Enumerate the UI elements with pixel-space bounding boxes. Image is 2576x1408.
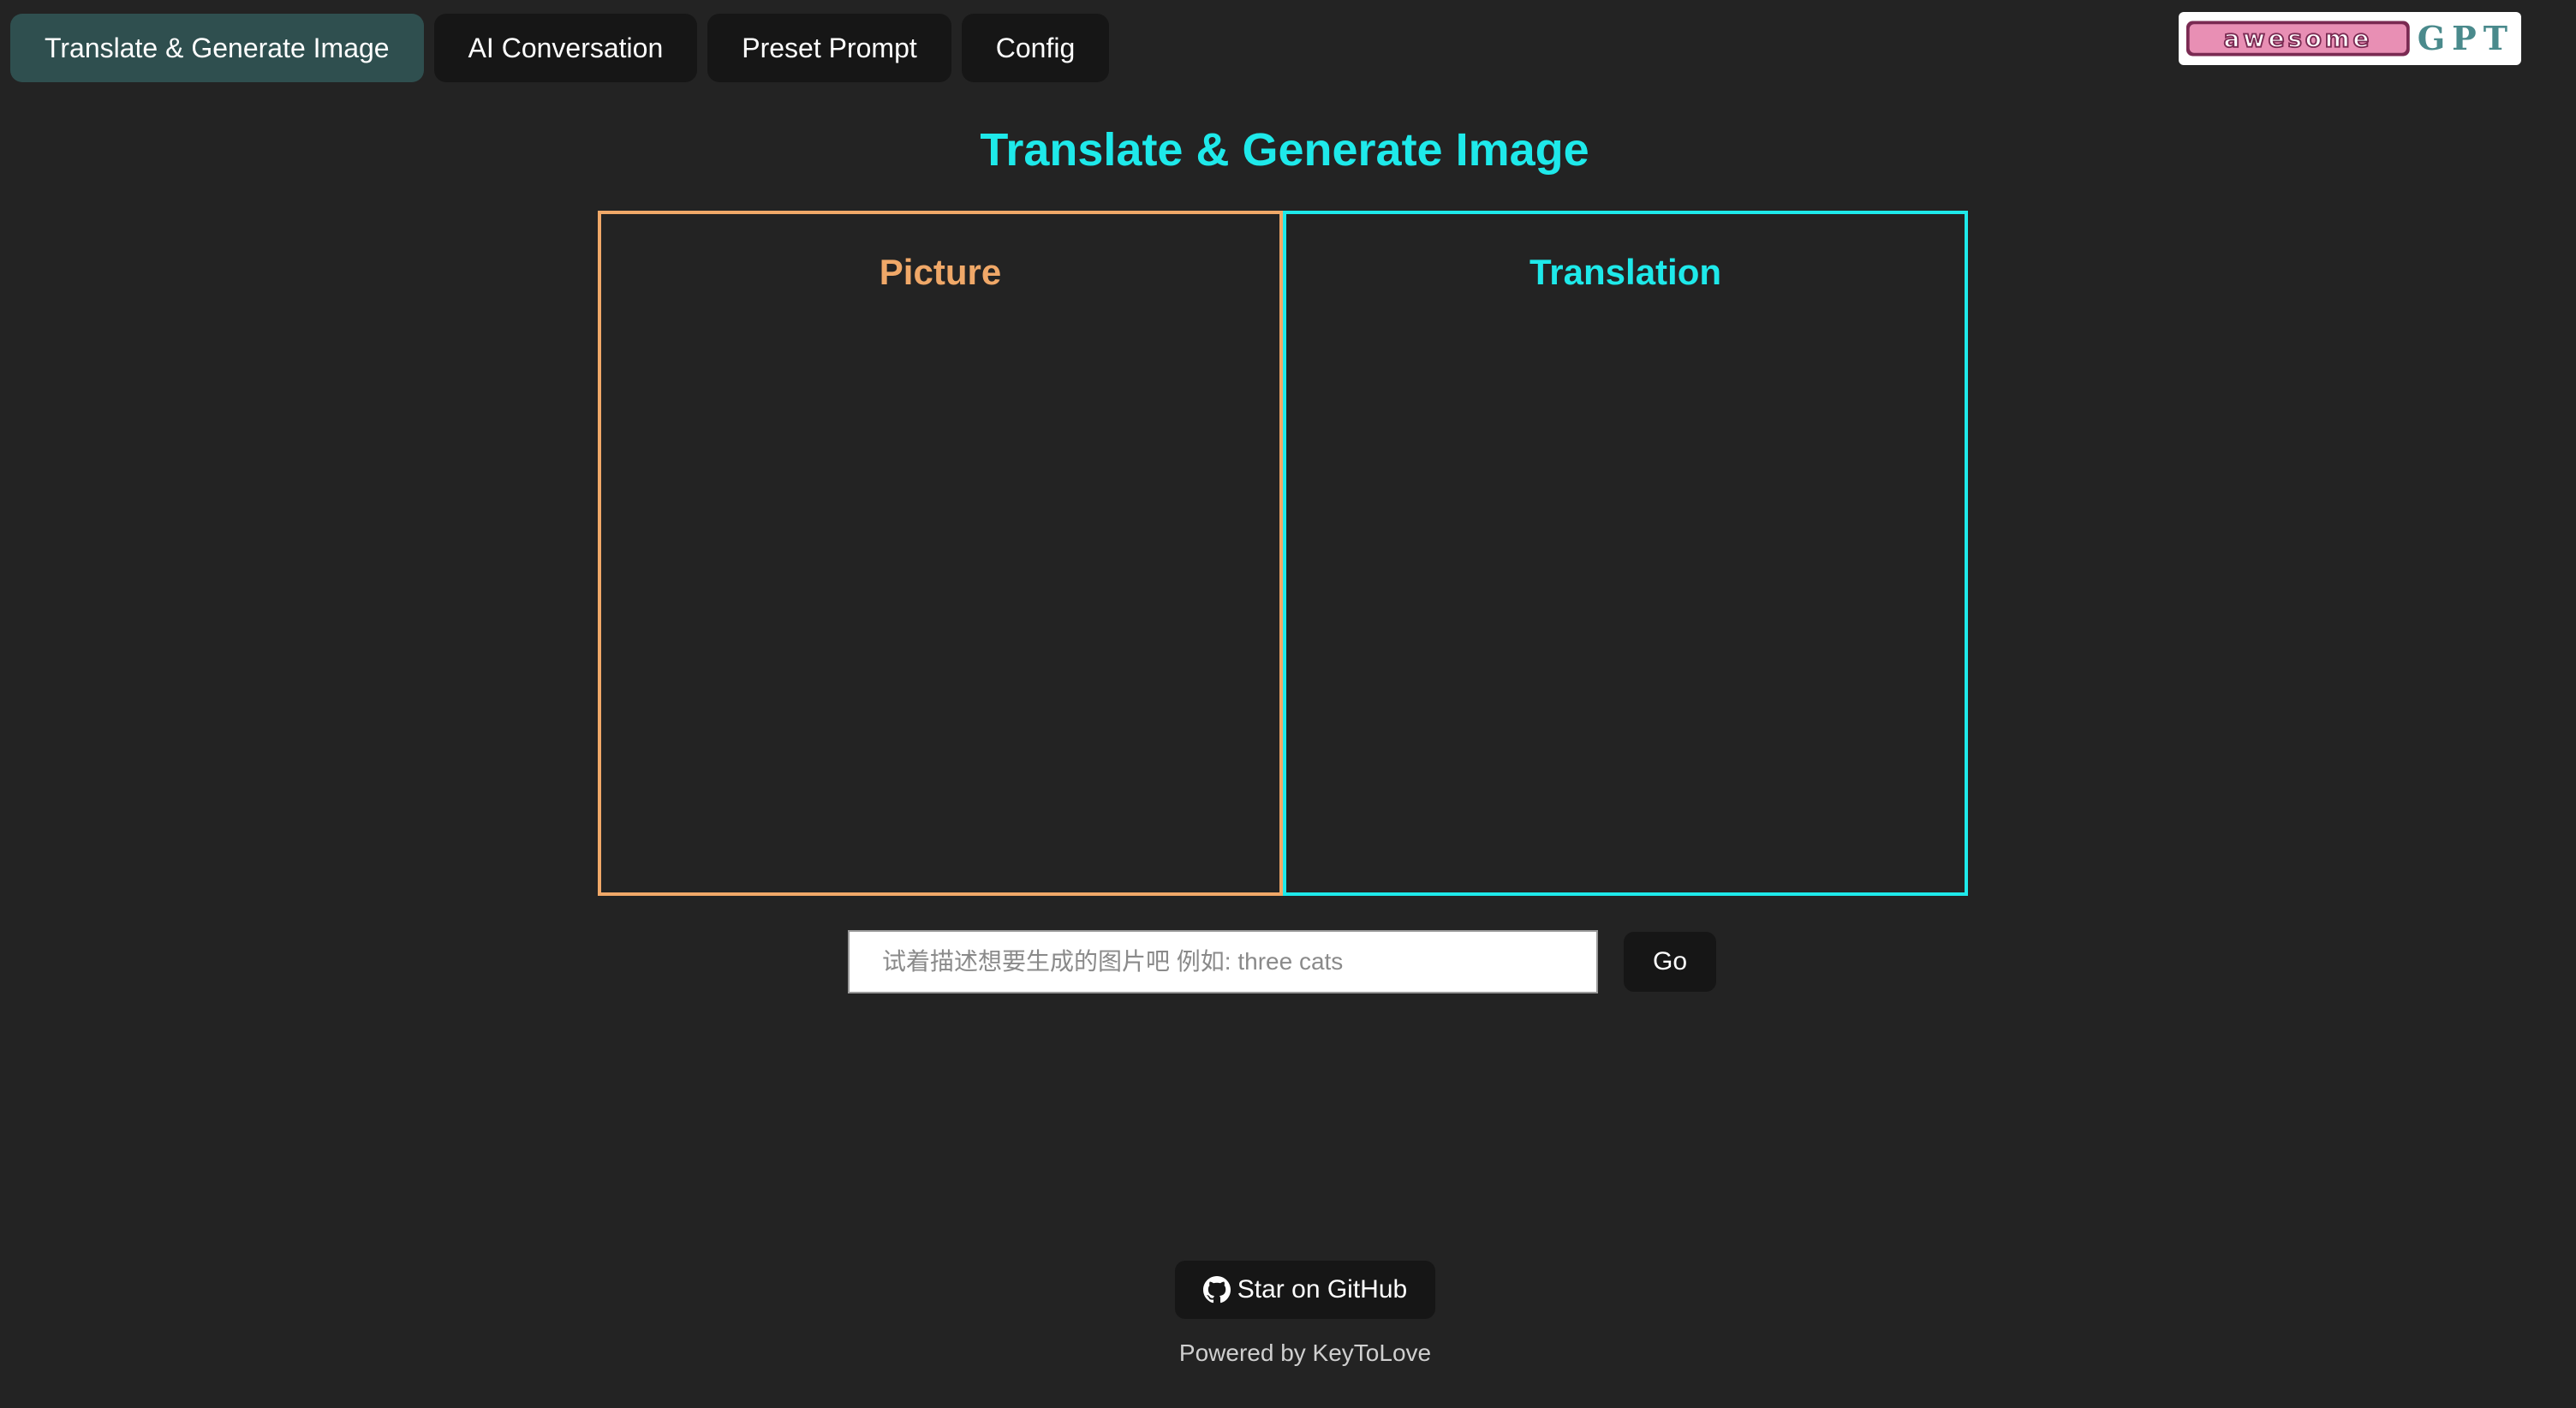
logo-word: awesome <box>2224 24 2373 52</box>
translation-panel: Translation <box>1283 211 1968 896</box>
awesome-wordmark-logo: awesome <box>2185 21 2410 57</box>
prompt-input[interactable] <box>848 930 1598 993</box>
tab-ai-conversation[interactable]: AI Conversation <box>433 14 698 82</box>
picture-panel: Picture <box>598 211 1283 896</box>
translation-panel-title: Translation <box>1529 252 1722 292</box>
github-button-label: Star on GitHub <box>1237 1275 1408 1304</box>
star-on-github-button[interactable]: Star on GitHub <box>1175 1261 1435 1319</box>
picture-panel-title: Picture <box>879 252 1002 292</box>
tab-translate-generate-image[interactable]: Translate & Generate Image <box>10 14 424 82</box>
page-title: Translate & Generate Image <box>980 124 1589 176</box>
awesome-gpt-logo: awesome GPT <box>2179 12 2521 65</box>
powered-by-text: Powered by KeyToLove <box>1178 1339 1432 1366</box>
tab-config[interactable]: Config <box>961 14 1110 82</box>
github-icon <box>1202 1276 1231 1304</box>
logo-gpt-text: GPT <box>2417 19 2514 57</box>
tab-preset-prompt[interactable]: Preset Prompt <box>707 14 951 82</box>
tab-bar: Translate & Generate Image AI Conversati… <box>10 14 1110 82</box>
go-button[interactable]: Go <box>1624 932 1716 992</box>
